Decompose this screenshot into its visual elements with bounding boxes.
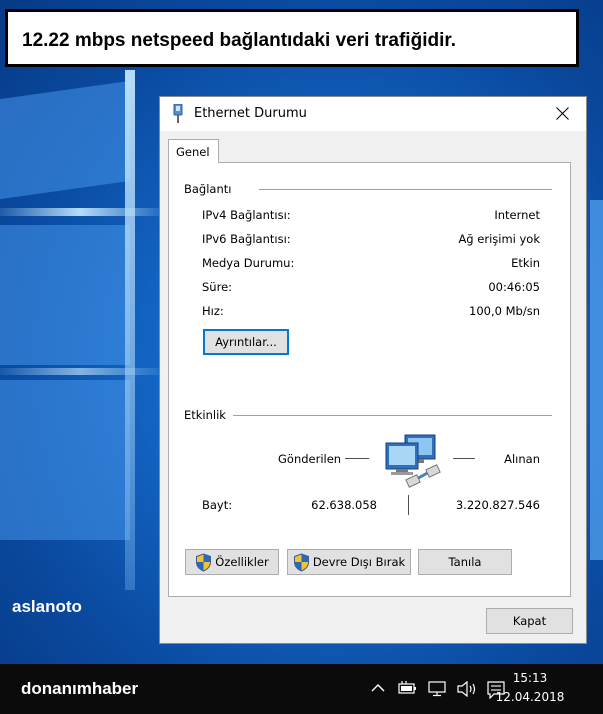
clock-date[interactable]: 12.04.2018 [490,690,570,704]
wallpaper-pane [0,380,130,540]
wallpaper-beam [125,70,135,590]
wallpaper-beam [0,208,160,216]
battery-icon[interactable] [398,681,418,695]
tab-general[interactable]: Genel [168,139,219,163]
connection-divider [259,189,552,190]
taskbar: donanımhaber 15:13 12.04.2018 [0,664,603,714]
ethernet-status-dialog: Ethernet Durumu Genel Bağlantı IPv4 Bağl… [159,96,587,644]
bytes-received-value: 3.220.827.546 [455,498,540,512]
taskbar-brand: donanımhaber [21,679,139,698]
volume-icon[interactable] [457,681,479,697]
diagnose-button[interactable]: Tanıla [418,549,512,575]
bytes-sent-value: 62.638.058 [311,498,377,512]
ipv4-value: Internet [494,208,540,222]
bytes-divider [408,495,409,515]
duration-value: 00:46:05 [488,280,540,294]
banner-text: 12.22 mbps netspeed bağlantıdaki veri tr… [22,30,456,51]
sent-dash [345,458,369,459]
duration-label: Süre: [202,280,233,294]
connection-heading: Bağlantı [184,182,232,196]
details-button[interactable]: Ayrıntılar... [203,329,289,355]
wallpaper-beam [0,368,160,375]
close-icon [556,107,569,120]
close-button[interactable] [540,97,586,131]
dialog-title: Ethernet Durumu [194,106,307,121]
shield-icon [196,552,212,572]
shield-icon [293,552,309,572]
ipv6-label: IPv6 Bağlantısı: [202,232,291,246]
network-computers-icon [385,434,441,488]
received-dash [453,458,475,459]
speed-label: Hız: [202,304,224,318]
media-status-label: Medya Durumu: [202,256,295,270]
ipv6-value: Ağ erişimi yok [458,232,540,246]
properties-button[interactable]: Özellikler [185,549,279,575]
ethernet-icon [173,104,183,123]
chevron-up-icon[interactable] [371,681,385,695]
annotation-banner: 12.22 mbps netspeed bağlantıdaki veri tr… [5,9,579,67]
title-bar[interactable]: Ethernet Durumu [160,97,586,131]
properties-label: Özellikler [215,555,269,569]
sent-label: Gönderilen [278,452,342,466]
close-dialog-button[interactable]: Kapat [486,608,573,634]
tab-general-label: Genel [176,145,210,159]
speed-value: 100,0 Mb/sn [469,304,540,318]
activity-divider [233,415,552,416]
activity-heading: Etkinlik [184,408,226,422]
desktop-username: aslanoto [12,597,82,616]
wallpaper-pane [590,200,603,560]
clock-time[interactable]: 15:13 [495,671,565,685]
bytes-label: Bayt: [202,498,233,512]
wallpaper-pane [0,225,130,365]
disable-label: Devre Dışı Bırak [312,555,406,569]
media-status-value: Etkin [511,256,540,270]
network-icon[interactable] [428,681,448,697]
general-panel: Bağlantı IPv4 Bağlantısı: Internet IPv6 … [168,162,571,597]
disable-button[interactable]: Devre Dışı Bırak [287,549,411,575]
wallpaper-pane [0,80,130,200]
ipv4-label: IPv4 Bağlantısı: [202,208,291,222]
received-label: Alınan [504,452,540,466]
